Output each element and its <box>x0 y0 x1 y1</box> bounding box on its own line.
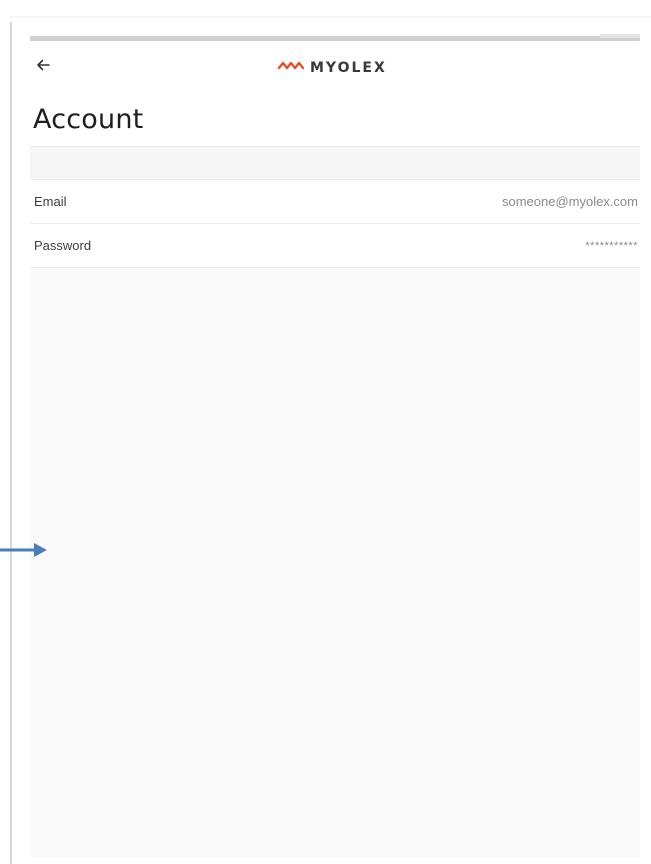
email-value: someone@myolex.com <box>501 194 638 209</box>
empty-content-area <box>30 268 640 857</box>
screenshot-canvas: MYOLEX Account Email someone@myolex.com … <box>0 0 651 864</box>
logo: MYOLEX <box>277 58 387 78</box>
arrow-left-icon[interactable] <box>34 56 52 74</box>
myolex-wave-icon <box>277 59 310 77</box>
email-row[interactable]: Email someone@myolex.com <box>30 180 640 224</box>
logo-text: MYOLEX <box>310 60 387 76</box>
top-bar <box>30 36 640 41</box>
email-label: Email <box>34 194 67 209</box>
password-row[interactable]: Password *********** <box>30 224 640 268</box>
section-divider <box>30 146 640 180</box>
password-value: *********** <box>585 239 638 252</box>
top-bar-edge <box>600 34 640 38</box>
password-label: Password <box>34 238 92 253</box>
account-screen: MYOLEX Account Email someone@myolex.com … <box>30 44 640 857</box>
page-title: Account <box>33 104 144 135</box>
top-shadow <box>10 16 651 19</box>
frame-left-border <box>10 22 12 864</box>
arrow-right-icon <box>0 541 50 559</box>
account-list: Email someone@myolex.com Password ******… <box>30 180 640 268</box>
app-header: MYOLEX <box>30 44 640 94</box>
title-section: Account <box>30 94 640 146</box>
